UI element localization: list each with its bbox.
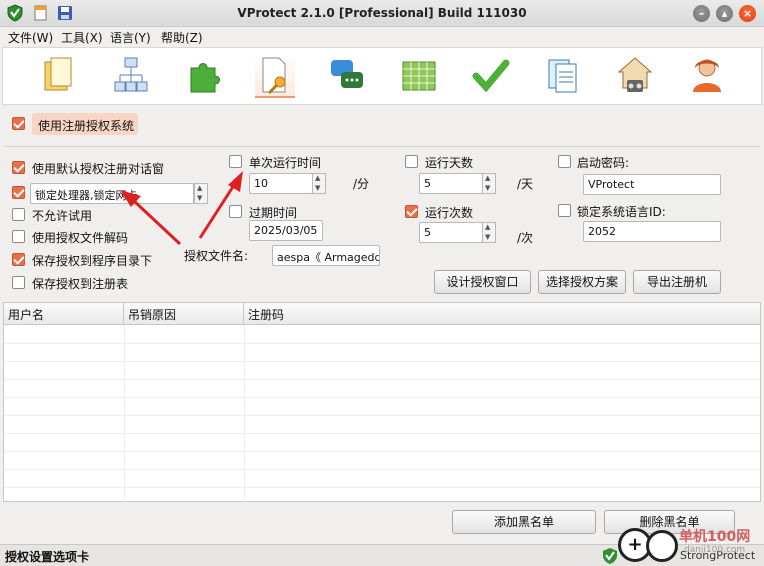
status-text: 授权设置选项卡 [5, 550, 90, 564]
row-divider [4, 415, 760, 416]
watermark-text: 单机100网 [679, 529, 751, 545]
row-divider [4, 487, 760, 488]
blacklist-table[interactable]: 用户名 吊销原因 注册码 [3, 302, 761, 503]
watermark-badge-ring [646, 530, 678, 562]
row-divider [4, 433, 760, 434]
vprotect-logo-icon [603, 548, 617, 564]
row-divider [4, 361, 760, 362]
column-header-username[interactable]: 用户名 [4, 303, 124, 325]
row-divider [4, 451, 760, 452]
column-header-reg-code[interactable]: 注册码 [244, 303, 760, 325]
plus-icon: + [627, 534, 643, 555]
column-divider [244, 325, 245, 503]
add-blacklist-button[interactable]: 添加黑名单 [452, 510, 596, 534]
column-divider [124, 325, 125, 503]
row-divider [4, 343, 760, 344]
column-header-revoke-reason[interactable]: 吊销原因 [124, 303, 244, 325]
row-divider [4, 379, 760, 380]
row-divider [4, 397, 760, 398]
row-divider [4, 469, 760, 470]
watermark-url: danji100.com [684, 545, 746, 555]
